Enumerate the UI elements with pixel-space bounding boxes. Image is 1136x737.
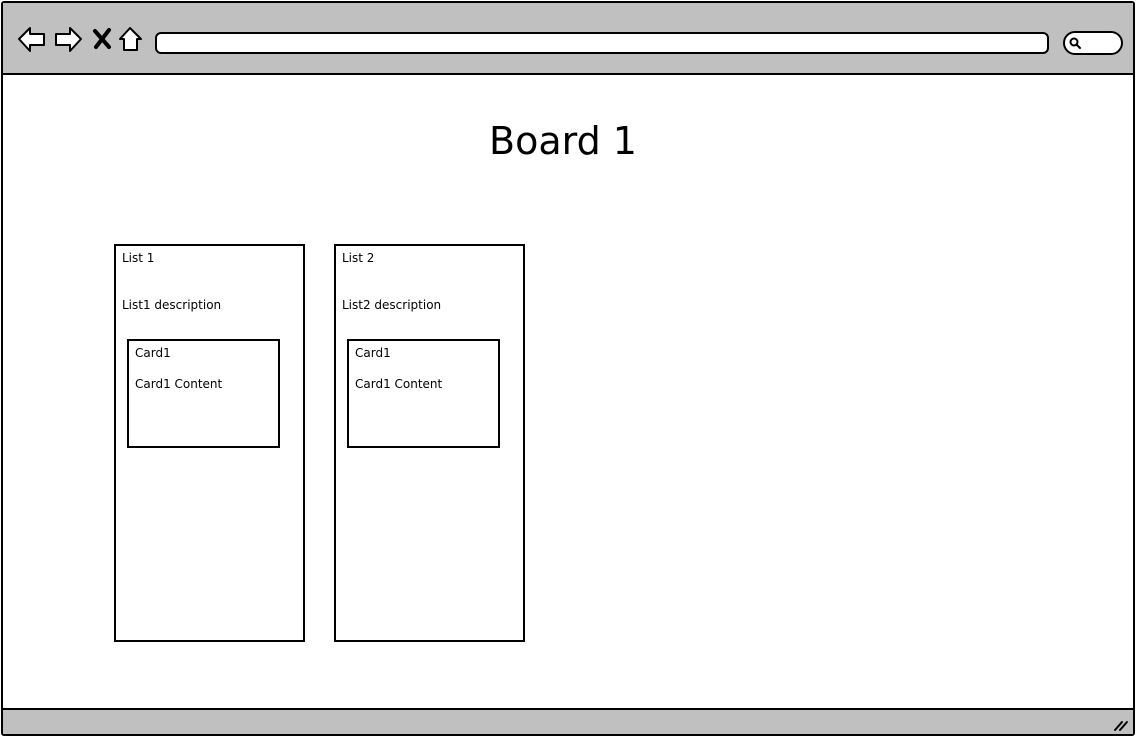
list-column-1[interactable]: List 1 List1 description Card1 Card1 Con… — [114, 244, 305, 642]
list-title: List 2 — [342, 251, 375, 265]
search-icon — [1069, 37, 1081, 49]
address-bar[interactable] — [155, 32, 1049, 54]
home-icon[interactable] — [117, 25, 147, 55]
list-description: List2 description — [342, 298, 442, 312]
back-arrow-icon[interactable] — [17, 25, 47, 55]
card-content: Card1 Content — [135, 377, 223, 391]
browser-toolbar — [3, 3, 1133, 75]
forward-arrow-icon[interactable] — [53, 25, 83, 55]
list-description: List1 description — [122, 298, 222, 312]
list-column-2[interactable]: List 2 List2 description Card1 Card1 Con… — [334, 244, 525, 642]
board-title: Board 1 — [489, 119, 637, 163]
card[interactable]: Card1 Card1 Content — [347, 339, 500, 448]
card[interactable]: Card1 Card1 Content — [127, 339, 280, 448]
card-title: Card1 — [135, 346, 171, 360]
search-box[interactable] — [1063, 31, 1123, 55]
browser-window: Board 1 List 1 List1 description Card1 C… — [1, 1, 1135, 736]
status-bar — [3, 708, 1133, 734]
resize-grip-icon[interactable] — [1113, 717, 1129, 731]
card-content: Card1 Content — [355, 377, 443, 391]
card-title: Card1 — [355, 346, 391, 360]
list-title: List 1 — [122, 251, 155, 265]
